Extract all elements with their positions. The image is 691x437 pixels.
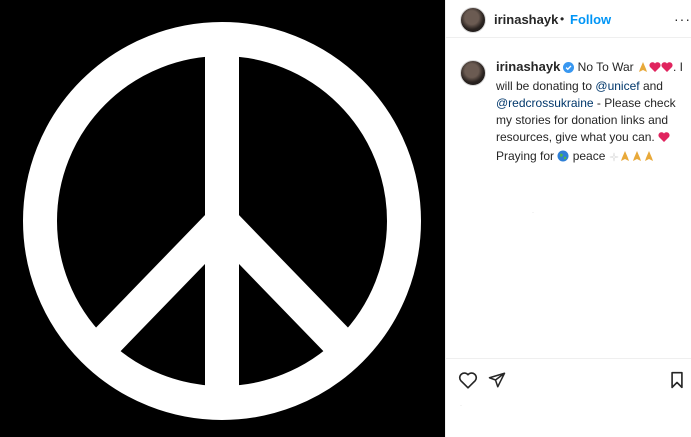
- separator-dot: •: [560, 12, 565, 26]
- caption-segment-5: Praying for: [496, 149, 558, 163]
- heart-emoji-icon: [658, 131, 670, 148]
- post-side-panel: irinashayk • Follow ··· irinashayk No To…: [445, 0, 691, 437]
- follow-button[interactable]: Follow: [570, 12, 611, 27]
- verified-badge-icon: [563, 62, 575, 73]
- faint-marker: ·: [532, 210, 534, 216]
- folded-hands-emoji-icon: [619, 150, 631, 167]
- caption-segment-3: and: [639, 79, 663, 93]
- avatar[interactable]: [460, 7, 486, 33]
- caption-avatar[interactable]: [460, 60, 486, 86]
- heart-outline-icon[interactable]: [458, 371, 478, 394]
- peace-symbol-image: [23, 22, 421, 420]
- post-header: irinashayk • Follow ···: [446, 0, 691, 38]
- mention-unicef-link[interactable]: @unicef: [595, 79, 639, 93]
- caption-segment-1: No To War: [574, 60, 638, 74]
- post-media[interactable]: [0, 0, 445, 437]
- bookmark-icon[interactable]: [670, 371, 684, 394]
- paper-plane-icon[interactable]: [488, 371, 506, 394]
- sparkle-emoji-icon: [609, 150, 619, 167]
- header-username[interactable]: irinashayk: [494, 12, 558, 27]
- action-bar: ·: [446, 358, 691, 437]
- caption-username[interactable]: irinashayk: [496, 59, 560, 74]
- mention-redcrossukraine-link[interactable]: @redcrossukraine: [496, 96, 594, 110]
- folded-hands-emoji-icon: [631, 150, 643, 167]
- folded-hands-emoji-icon: [637, 61, 649, 78]
- faint-marker: ·: [460, 403, 462, 409]
- more-options-icon[interactable]: ···: [674, 11, 691, 27]
- heart-emoji-icon: [661, 61, 673, 78]
- globe-emoji-icon: [557, 150, 569, 167]
- heart-emoji-icon: [649, 61, 661, 78]
- caption-segment-6: peace: [569, 149, 609, 163]
- caption-text: irinashayk No To War . I will be donatin…: [496, 58, 691, 167]
- folded-hands-emoji-icon: [643, 150, 655, 167]
